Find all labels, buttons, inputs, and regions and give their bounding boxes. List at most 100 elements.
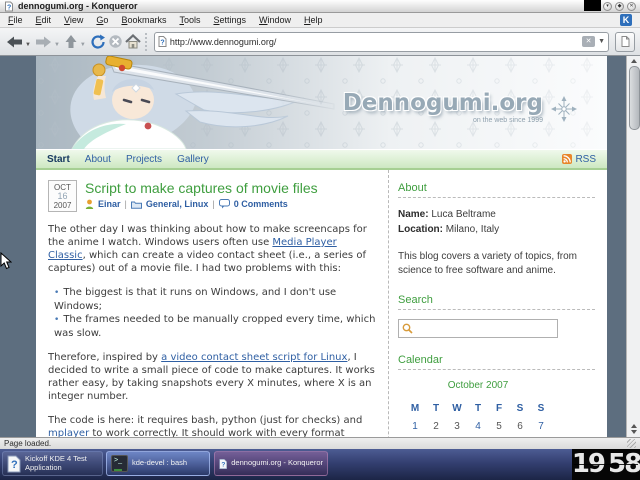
- sidebar: About Name: Luca Beltrame Location: Mila…: [388, 170, 607, 437]
- post-date-day: 16: [49, 192, 76, 201]
- calendar-month-title[interactable]: October 2007: [398, 380, 558, 391]
- flip-clock[interactable]: 19 58: [572, 449, 640, 480]
- window-titlebar[interactable]: ? dennogumi.org - Konqueror ▾ ◆ ✕: [0, 0, 640, 13]
- post-author-link[interactable]: Einar: [98, 199, 121, 209]
- calendar-day[interactable]: 4: [468, 418, 489, 436]
- url-actions-button[interactable]: [615, 32, 635, 52]
- post-date-year: 2007: [49, 201, 76, 210]
- menu-bookmarks[interactable]: Bookmarks: [121, 15, 166, 25]
- scrollbar-thumb[interactable]: [629, 66, 640, 130]
- url-input[interactable]: http://www.dennogumi.org/: [170, 37, 582, 47]
- main-column: OCT 16 2007 Script to make captures of m…: [36, 170, 388, 437]
- about-description: This blog covers a variety of topics, fr…: [398, 250, 595, 278]
- home-icon: [125, 34, 141, 49]
- post-comments-link[interactable]: 0 Comments: [234, 199, 288, 209]
- svg-text:?: ?: [7, 4, 11, 11]
- contact-sheet-script-link[interactable]: a video contact sheet script for Linux: [161, 352, 347, 363]
- rss-link[interactable]: RSS: [562, 154, 596, 165]
- kde-gear-icon: K: [620, 14, 632, 26]
- calendar-day: 5: [489, 418, 510, 436]
- calendar-day-header: S: [531, 400, 552, 418]
- back-dropdown-chevron[interactable]: ▼: [25, 42, 31, 48]
- task-kickoff[interactable]: ? Kickoff KDE 4 Test Application: [2, 451, 103, 476]
- menu-settings[interactable]: Settings: [213, 15, 246, 25]
- calendar-day[interactable]: 7: [531, 418, 552, 436]
- nav-start[interactable]: Start: [47, 154, 70, 165]
- nav-gallery[interactable]: Gallery: [177, 154, 209, 165]
- forward-dropdown-chevron[interactable]: ▼: [54, 42, 60, 48]
- toolbar-separator: [145, 33, 147, 51]
- reload-button[interactable]: [89, 31, 107, 53]
- window-title: dennogumi.org - Konqueror: [18, 1, 138, 11]
- statusbar: Page loaded.: [0, 437, 640, 449]
- paragraph-1: The other day I was thinking about how t…: [48, 223, 377, 275]
- desktop: ? dennogumi.org - Konqueror ▾ ◆ ✕ File E…: [0, 0, 640, 480]
- url-history-chevron[interactable]: ▼: [598, 38, 605, 45]
- menu-tools[interactable]: Tools: [179, 15, 200, 25]
- nav-about[interactable]: About: [85, 154, 111, 165]
- scroll-down-arrow-icon[interactable]: [631, 430, 637, 434]
- reload-icon: [90, 34, 106, 50]
- close-button[interactable]: ✕: [627, 2, 636, 11]
- menu-help[interactable]: Help: [304, 15, 323, 25]
- paragraph-2-text: Therefore, inspired by: [48, 352, 161, 363]
- clock-hours: 19: [572, 449, 604, 480]
- menu-window[interactable]: Window: [259, 15, 291, 25]
- menu-edit[interactable]: Edit: [36, 15, 52, 25]
- navigation-toolbar: ▼ ▼ ▼ ? http://www.dennogumi.org/ ✕: [0, 28, 640, 56]
- nav-projects[interactable]: Projects: [126, 154, 162, 165]
- forward-button[interactable]: [34, 31, 53, 53]
- calendar-day[interactable]: 1: [405, 418, 426, 436]
- minimize-button[interactable]: ▾: [603, 2, 612, 11]
- site-tagline: on the web since 1999: [343, 117, 543, 124]
- list-item: The frames needed to be manually cropped…: [54, 313, 377, 340]
- name-label: Name:: [398, 209, 429, 220]
- categories-folder-icon: [131, 200, 142, 209]
- about-name-row: Name: Luca Beltrame: [398, 207, 595, 222]
- menu-go[interactable]: Go: [96, 15, 108, 25]
- svg-text:?: ?: [160, 40, 164, 47]
- up-dropdown-chevron[interactable]: ▼: [80, 42, 86, 48]
- home-button[interactable]: [124, 31, 142, 53]
- meta-separator: |: [212, 199, 214, 209]
- question-doc-icon: ?: [7, 455, 21, 473]
- clock-minutes: 58: [608, 449, 640, 480]
- up-arrow-icon: [64, 34, 78, 49]
- mplayer-link[interactable]: mplayer: [48, 428, 89, 437]
- post-title[interactable]: Script to make captures of movie files: [85, 180, 318, 196]
- post-categories-link[interactable]: General, Linux: [146, 199, 209, 209]
- scroll-up-arrow-icon[interactable]: [631, 59, 637, 63]
- browser-viewport: Dennogumi.org on the web since 1999 Star…: [0, 56, 640, 437]
- about-location-row: Location: Milano, Italy: [398, 222, 595, 237]
- menu-view[interactable]: View: [64, 15, 83, 25]
- url-bar[interactable]: ? http://www.dennogumi.org/ ✕ ▼: [154, 32, 609, 52]
- clear-url-icon[interactable]: ✕: [582, 36, 595, 47]
- status-text: Page loaded.: [4, 439, 51, 448]
- paragraph-1-text: , which can create a video contact sheet…: [48, 250, 366, 274]
- page-content: OCT 16 2007 Script to make captures of m…: [36, 170, 607, 437]
- calendar-day-header: T: [468, 400, 489, 418]
- svg-text:?: ?: [221, 461, 225, 468]
- location-label: Location:: [398, 224, 443, 235]
- resize-grip[interactable]: [627, 439, 636, 448]
- paragraph-3-text: The code is here: it requires bash, pyth…: [48, 415, 362, 426]
- rss-label: RSS: [575, 154, 596, 165]
- site-header-banner: Dennogumi.org on the web since 1999: [36, 56, 607, 149]
- search-input[interactable]: [398, 319, 558, 338]
- terminal-icon: >_: [111, 455, 128, 472]
- site-navigation: Start About Projects Gallery RSS: [36, 149, 607, 170]
- post-date-box: OCT 16 2007: [48, 180, 77, 212]
- up-button[interactable]: [63, 31, 79, 53]
- comments-bubble-icon: [219, 199, 230, 209]
- menu-file[interactable]: File: [8, 15, 23, 25]
- maximize-button[interactable]: ◆: [615, 2, 624, 11]
- stop-button[interactable]: [107, 31, 124, 53]
- task-konsole[interactable]: >_ kde-devel : bash: [106, 451, 210, 476]
- task-konqueror[interactable]: ? dennogumi.org - Konqueror: [214, 451, 328, 476]
- scroll-up-arrow-icon[interactable]: [631, 424, 637, 428]
- back-button[interactable]: [5, 31, 24, 53]
- vertical-scrollbar[interactable]: [626, 56, 640, 437]
- anime-girl-sword-artwork: [36, 56, 346, 149]
- paragraph-3: The code is here: it requires bash, pyth…: [48, 414, 377, 437]
- task-label: dennogumi.org - Konqueror: [231, 459, 323, 468]
